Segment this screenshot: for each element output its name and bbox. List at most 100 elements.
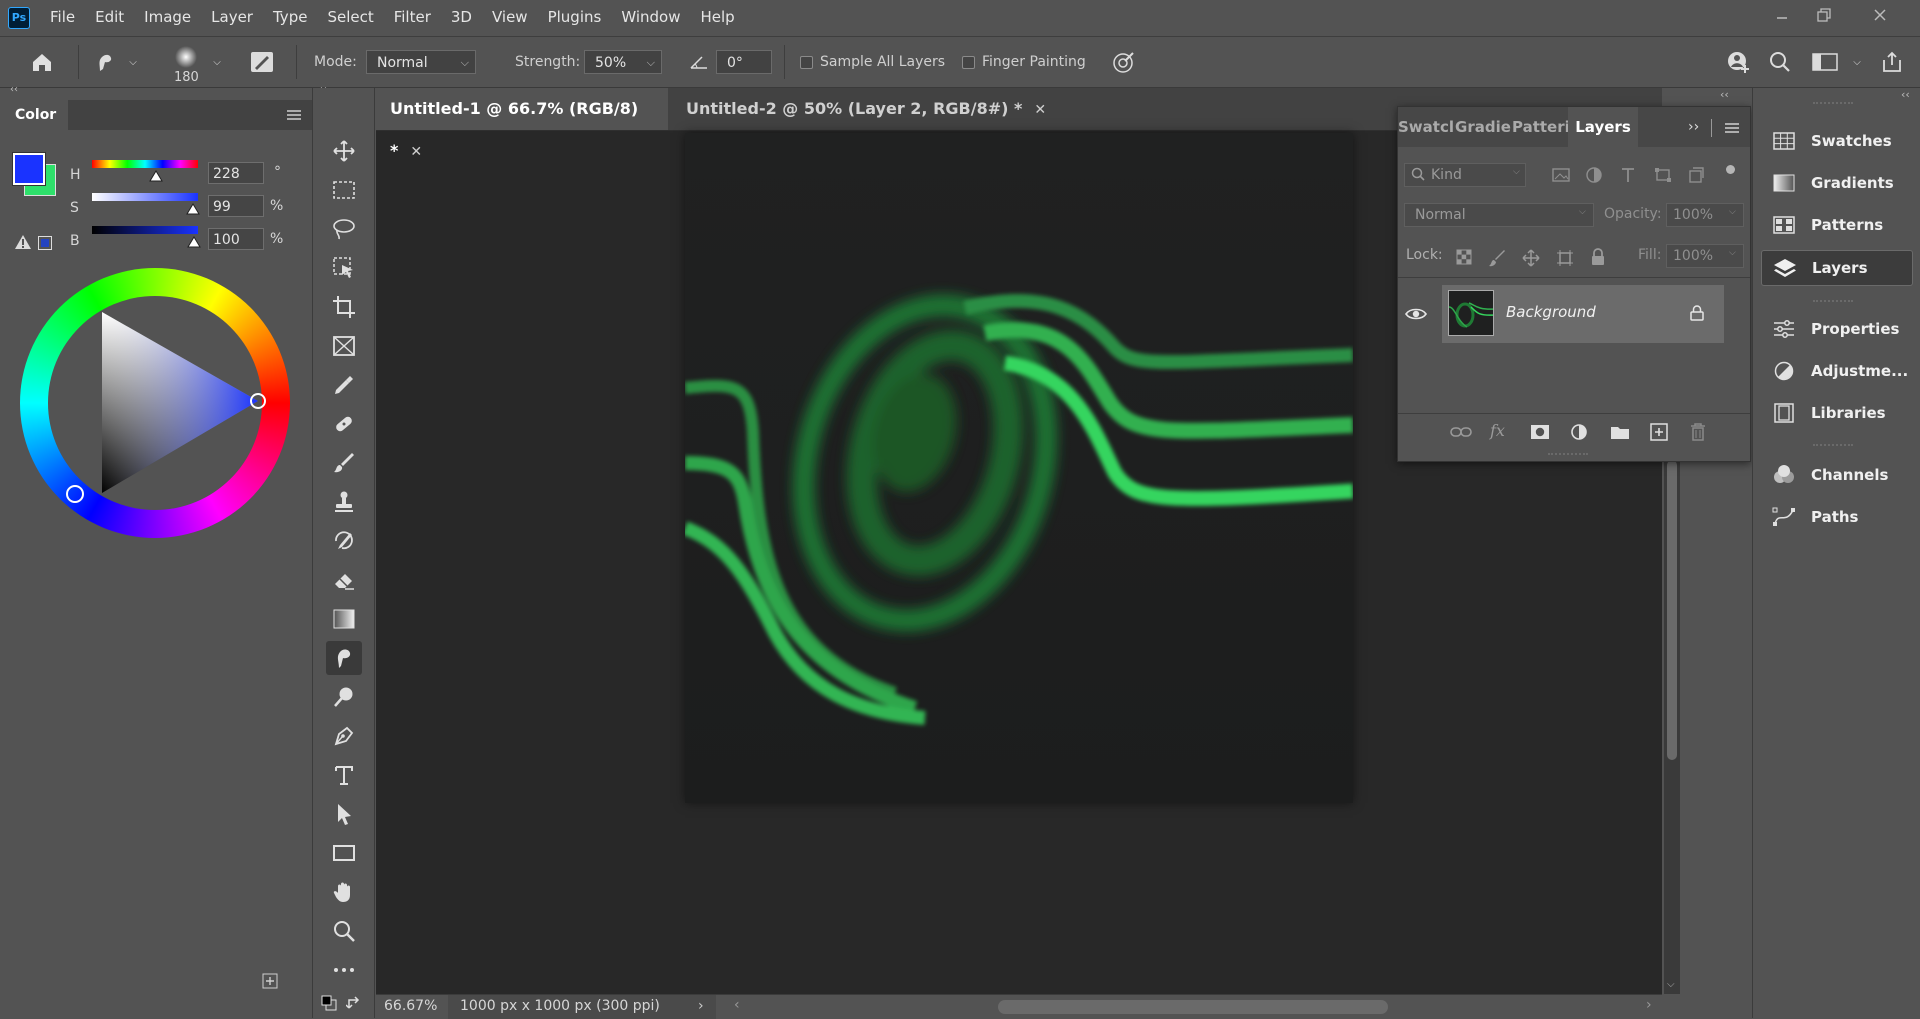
- filter-smart-object-icon[interactable]: [1688, 167, 1704, 183]
- layer-style-fx-icon[interactable]: fx: [1490, 421, 1505, 440]
- opacity-input[interactable]: 100% ⌵: [1666, 203, 1744, 227]
- dock-swatches[interactable]: Swatches: [1761, 124, 1911, 158]
- add-mask-icon[interactable]: [1530, 424, 1550, 440]
- out-of-gamut-warning-icon[interactable]: [14, 234, 32, 252]
- lock-all-icon[interactable]: [1590, 248, 1606, 266]
- smudge-tool[interactable]: [326, 641, 362, 675]
- blend-mode-select[interactable]: Normal ⌵: [1404, 203, 1594, 227]
- new-adjustment-layer-icon[interactable]: [1570, 424, 1590, 442]
- mode-select[interactable]: Normal ⌵: [366, 50, 476, 74]
- document-tab-untitled-2[interactable]: Untitled-2 @ 50% (Layer 2, RGB/8#) * ✕: [672, 88, 1060, 130]
- restore-icon[interactable]: [1804, 0, 1844, 30]
- tab-swatches[interactable]: Swatcl: [1398, 107, 1454, 147]
- menu-type[interactable]: Type: [263, 0, 317, 35]
- collapse-dock-icon[interactable]: ‹‹: [1901, 88, 1910, 101]
- menu-layer[interactable]: Layer: [201, 0, 263, 35]
- type-tool[interactable]: [326, 758, 362, 792]
- pen-tool[interactable]: [326, 719, 362, 753]
- share-icon[interactable]: [1878, 49, 1906, 75]
- menu-file[interactable]: File: [40, 0, 85, 35]
- layer-name[interactable]: Background: [1506, 303, 1596, 321]
- menu-help[interactable]: Help: [690, 0, 744, 35]
- menu-filter[interactable]: Filter: [384, 0, 441, 35]
- zoom-tool[interactable]: [326, 914, 362, 948]
- history-brush-tool[interactable]: [326, 524, 362, 558]
- filter-shape-icon[interactable]: [1654, 167, 1672, 183]
- doc-info-box[interactable]: 1000 px x 1000 px (300 ppi) ›: [448, 995, 716, 1019]
- saturation-slider-track[interactable]: [92, 193, 198, 201]
- sample-all-layers-label[interactable]: Sample All Layers: [820, 54, 945, 70]
- dock-adjustments[interactable]: Adjustme...: [1761, 354, 1911, 388]
- path-select-tool[interactable]: [326, 797, 362, 831]
- color-triangle[interactable]: [20, 268, 290, 538]
- photoshop-logo[interactable]: Ps: [8, 6, 30, 29]
- dock-patterns[interactable]: Patterns: [1761, 208, 1911, 242]
- object-select-tool[interactable]: [326, 251, 362, 285]
- gradient-tool[interactable]: [326, 602, 362, 636]
- frame-tool[interactable]: [326, 329, 362, 363]
- chevron-down-icon[interactable]: ⌵: [126, 55, 140, 69]
- panel-resize-grip[interactable]: [1548, 453, 1588, 461]
- brush-tool[interactable]: [326, 446, 362, 480]
- saturation-input[interactable]: 99: [208, 195, 264, 217]
- workspace-icon[interactable]: [1810, 49, 1840, 75]
- dock-grip[interactable]: [1813, 300, 1853, 308]
- layer-filter-select[interactable]: Kind ⌵: [1404, 163, 1526, 187]
- horizontal-scrollbar-thumb[interactable]: [998, 1000, 1388, 1014]
- lasso-tool[interactable]: [326, 212, 362, 246]
- rectangle-tool[interactable]: [326, 836, 362, 870]
- lock-artboard-icon[interactable]: [1556, 249, 1574, 267]
- eraser-tool[interactable]: [326, 563, 362, 597]
- move-tool[interactable]: [326, 134, 362, 168]
- brightness-slider-handle[interactable]: [187, 236, 201, 248]
- menu-plugins[interactable]: Plugins: [538, 0, 612, 35]
- new-group-icon[interactable]: [1610, 424, 1630, 440]
- dock-layers[interactable]: Layers: [1761, 250, 1913, 286]
- color-panel-tab[interactable]: Color: [0, 100, 68, 130]
- collapse-panel-icon[interactable]: ‹‹››: [0, 84, 328, 96]
- brightness-slider-track[interactable]: [92, 226, 198, 234]
- menu-edit[interactable]: Edit: [85, 0, 134, 35]
- minimize-icon[interactable]: [1762, 0, 1802, 30]
- layer-visibility-icon[interactable]: [1398, 285, 1434, 343]
- brush-tip-icon[interactable]: [172, 43, 200, 71]
- pressure-icon[interactable]: [1110, 49, 1138, 75]
- dock-paths[interactable]: Paths: [1761, 500, 1911, 534]
- sample-all-layers-checkbox[interactable]: [800, 56, 813, 69]
- chevron-down-icon[interactable]: ⌵: [1850, 55, 1864, 69]
- chevron-right-icon[interactable]: ›: [698, 998, 704, 1014]
- dodge-tool[interactable]: [326, 680, 362, 714]
- brush-settings-icon[interactable]: [248, 49, 276, 75]
- filter-type-icon[interactable]: [1620, 167, 1636, 183]
- zoom-level[interactable]: 66.67%: [384, 998, 437, 1014]
- document-canvas[interactable]: [685, 133, 1353, 803]
- saturation-slider-handle[interactable]: [186, 203, 200, 215]
- strength-input[interactable]: 50% ⌵: [584, 50, 662, 74]
- scroll-right-icon[interactable]: ›: [1646, 997, 1652, 1013]
- close-tab-icon[interactable]: ✕: [410, 144, 422, 160]
- tab-gradients[interactable]: Gradie: [1454, 107, 1512, 147]
- dock-grip[interactable]: [1813, 102, 1853, 110]
- healing-brush-tool[interactable]: [326, 407, 362, 441]
- tab-patterns[interactable]: Patteri: [1512, 107, 1568, 147]
- close-icon[interactable]: [1860, 0, 1900, 30]
- dock-properties[interactable]: Properties: [1761, 312, 1911, 346]
- dock-libraries[interactable]: Libraries: [1761, 396, 1911, 430]
- lock-transparent-icon[interactable]: [1456, 249, 1472, 265]
- dock-channels[interactable]: Channels: [1761, 458, 1911, 492]
- crop-tool[interactable]: [326, 290, 362, 324]
- menu-3d[interactable]: 3D: [441, 0, 482, 35]
- finger-painting-label[interactable]: Finger Painting: [982, 54, 1086, 70]
- swap-colors-icon[interactable]: [346, 994, 366, 1012]
- new-layer-icon[interactable]: [1650, 423, 1668, 441]
- add-panel-icon[interactable]: [262, 973, 278, 989]
- hue-input[interactable]: 228: [208, 162, 264, 184]
- default-colors-icon[interactable]: [320, 994, 340, 1012]
- delete-layer-icon[interactable]: [1690, 423, 1706, 441]
- filter-toggle-icon[interactable]: [1726, 165, 1735, 174]
- hue-slider-handle[interactable]: [149, 170, 163, 182]
- menu-image[interactable]: Image: [134, 0, 201, 35]
- brightness-input[interactable]: 100: [208, 228, 264, 250]
- chevron-down-icon[interactable]: ⌵: [210, 55, 224, 69]
- menu-select[interactable]: Select: [317, 0, 383, 35]
